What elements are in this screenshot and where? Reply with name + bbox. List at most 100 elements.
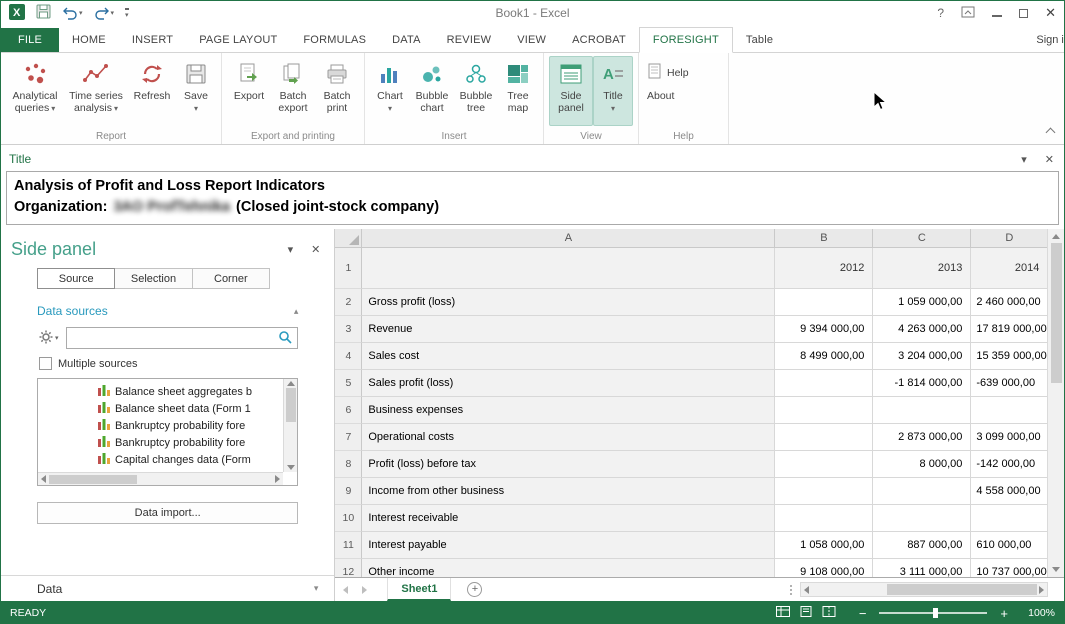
cell[interactable]: 3 204 000,00 (873, 343, 971, 370)
batch-export-button[interactable]: Batch export (271, 56, 315, 126)
list-item[interactable]: Balance sheet data (Form 1 (46, 400, 281, 417)
cell[interactable] (873, 478, 971, 505)
row-number[interactable]: 11 (335, 532, 362, 559)
row-number[interactable]: 8 (335, 451, 362, 478)
maximize-button[interactable] (1019, 9, 1028, 18)
section-collapse-icon[interactable]: ▾ (314, 583, 319, 594)
cell[interactable]: 17 819 000,00 (971, 316, 1048, 343)
cell[interactable]: Gross profit (loss) (362, 289, 775, 316)
analytical-queries-button[interactable]: Analytical queries▾ (6, 56, 64, 126)
row-number[interactable]: 10 (335, 505, 362, 532)
data-section-header[interactable]: Data ▾ (1, 575, 334, 601)
list-vertical-scrollbar[interactable] (283, 379, 297, 472)
side-panel-toggle-button[interactable]: Side panel (549, 56, 593, 126)
cell[interactable]: Profit (loss) before tax (362, 451, 775, 478)
column-header[interactable]: D (971, 229, 1048, 248)
tree-map-button[interactable]: Tree map (498, 56, 538, 126)
cell[interactable]: 2 460 000,00 (971, 289, 1048, 316)
row-number[interactable]: 7 (335, 424, 362, 451)
grid-vertical-scrollbar[interactable] (1047, 229, 1064, 577)
title-toggle-button[interactable]: A Title ▾ (593, 56, 633, 126)
cell[interactable]: 1 058 000,00 (775, 532, 873, 559)
list-item[interactable]: Bankruptcy probability fore (46, 434, 281, 451)
cell[interactable]: 2012 (775, 248, 873, 289)
cell[interactable]: -1 814 000,00 (873, 370, 971, 397)
cell[interactable]: 9 394 000,00 (775, 316, 873, 343)
cell[interactable]: Interest payable (362, 532, 775, 559)
tab-corner[interactable]: Corner (193, 268, 270, 289)
cell[interactable]: 9 108 000,00 (775, 559, 873, 577)
data-import-button[interactable]: Data import... (37, 502, 298, 524)
row-number[interactable]: 12 (335, 559, 362, 577)
scrollbar-thumb[interactable] (887, 584, 1037, 595)
scrollbar-thumb[interactable] (1051, 243, 1062, 383)
page-layout-view-icon[interactable] (799, 606, 813, 620)
tab-acrobat[interactable]: ACROBAT (559, 28, 639, 52)
row-number[interactable]: 6 (335, 397, 362, 424)
search-icon[interactable] (278, 330, 292, 347)
customize-quick-access-icon[interactable]: ▾ (125, 8, 129, 19)
scroll-down-icon[interactable] (1052, 567, 1060, 572)
zoom-slider[interactable] (879, 612, 987, 614)
cell[interactable] (775, 289, 873, 316)
list-item[interactable]: Capital changes data (Form (46, 451, 281, 468)
cell[interactable] (362, 248, 775, 289)
cell[interactable] (775, 478, 873, 505)
row-number[interactable]: 5 (335, 370, 362, 397)
redo-button[interactable]: ▾ (94, 7, 115, 20)
next-sheet-icon[interactable] (362, 586, 367, 594)
column-header[interactable]: B (775, 229, 873, 248)
tab-splitter-handle[interactable] (790, 585, 792, 595)
normal-view-icon[interactable] (776, 606, 790, 620)
cell[interactable]: Sales profit (loss) (362, 370, 775, 397)
cell[interactable]: 8 000,00 (873, 451, 971, 478)
scrollbar-thumb[interactable] (49, 475, 137, 484)
cell[interactable]: Business expenses (362, 397, 775, 424)
scroll-left-icon[interactable] (41, 475, 46, 483)
time-series-analysis-button[interactable]: Time series analysis▾ (64, 56, 128, 126)
cell[interactable]: 3 099 000,00 (971, 424, 1048, 451)
cell[interactable] (775, 451, 873, 478)
select-all-corner[interactable] (335, 229, 362, 248)
side-panel-collapse-icon[interactable]: ▾ (288, 243, 294, 256)
tab-insert[interactable]: INSERT (119, 28, 186, 52)
save-report-button[interactable]: Save ▾ (176, 56, 216, 126)
tab-review[interactable]: REVIEW (434, 28, 505, 52)
row-number[interactable]: 1 (335, 248, 362, 289)
cell[interactable]: 10 737 000,00 (971, 559, 1048, 577)
row-number[interactable]: 9 (335, 478, 362, 505)
tab-selection[interactable]: Selection (115, 268, 192, 289)
cell[interactable] (775, 397, 873, 424)
section-collapse-icon[interactable]: ▴ (294, 306, 299, 317)
data-sources-section-header[interactable]: Data sources ▴ (37, 304, 298, 318)
undo-caret-icon[interactable]: ▾ (79, 9, 83, 17)
zoom-out-button[interactable]: − (859, 606, 867, 621)
scroll-up-icon[interactable] (287, 381, 295, 386)
cell[interactable] (971, 505, 1048, 532)
batch-print-button[interactable]: Batch print (315, 56, 359, 126)
bubble-chart-button[interactable]: Bubble chart (410, 56, 454, 126)
cell[interactable]: 610 000,00 (971, 532, 1048, 559)
undo-button[interactable]: ▾ (62, 7, 83, 20)
refresh-button[interactable]: Refresh (128, 56, 176, 126)
scroll-up-icon[interactable] (1052, 234, 1060, 239)
grid-horizontal-scrollbar[interactable] (800, 582, 1048, 597)
cell[interactable]: Income from other business (362, 478, 775, 505)
previous-sheet-icon[interactable] (343, 586, 348, 594)
side-panel-close-icon[interactable]: ✕ (311, 243, 320, 256)
cell[interactable]: 2 873 000,00 (873, 424, 971, 451)
zoom-in-button[interactable]: + (1000, 606, 1008, 621)
cell[interactable]: 2013 (873, 248, 971, 289)
new-sheet-button[interactable]: + (467, 582, 482, 597)
scroll-right-icon[interactable] (1039, 586, 1044, 594)
tab-table[interactable]: Table (733, 28, 786, 52)
cell[interactable]: Other income (362, 559, 775, 577)
cell[interactable]: 3 111 000,00 (873, 559, 971, 577)
sheet-tab-sheet1[interactable]: Sheet1 (387, 578, 451, 601)
source-options-button[interactable]: ▾ (37, 328, 61, 349)
cell[interactable]: Revenue (362, 316, 775, 343)
cell[interactable] (775, 505, 873, 532)
cell[interactable]: Interest receivable (362, 505, 775, 532)
cell[interactable] (775, 424, 873, 451)
scroll-left-icon[interactable] (804, 586, 809, 594)
